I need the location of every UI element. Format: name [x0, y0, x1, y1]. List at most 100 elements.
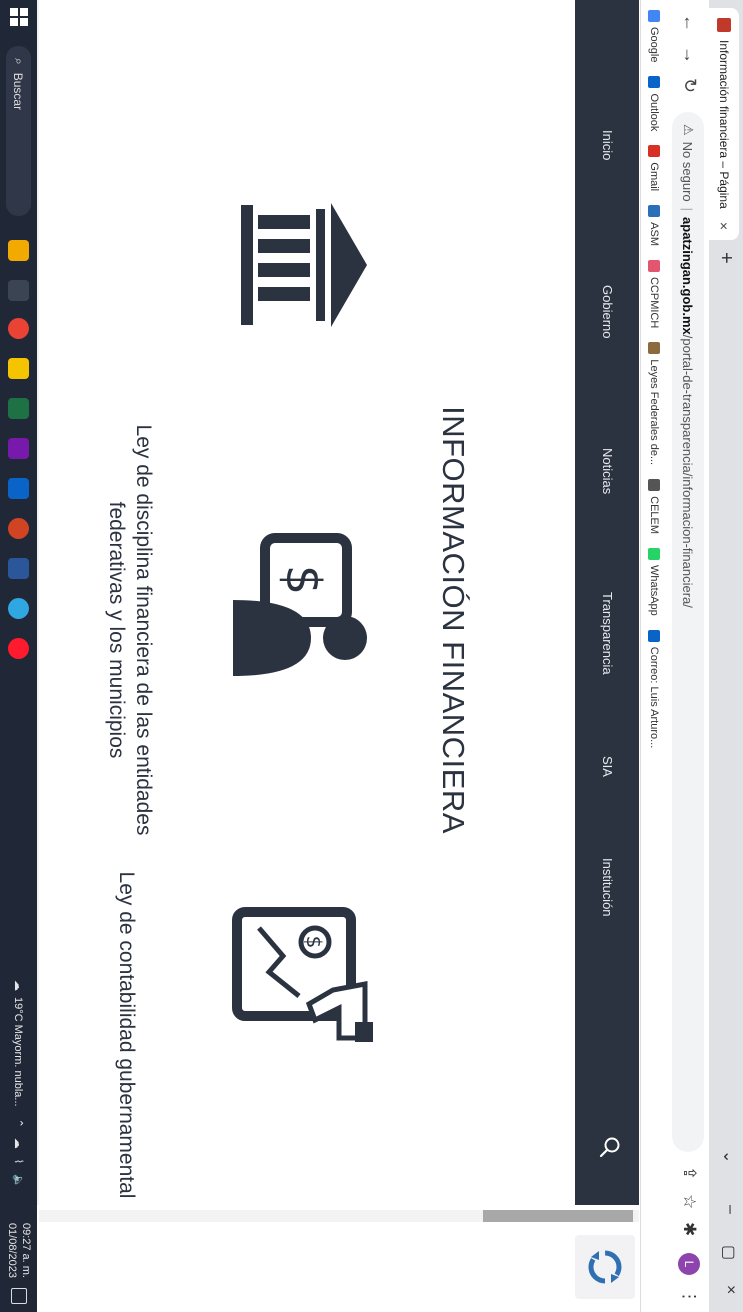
bookmark-favicon-icon: [648, 205, 660, 218]
tab-title: Información financiera – Página: [717, 40, 731, 209]
bookmark-favicon-icon: [648, 76, 660, 89]
minimize-button[interactable]: –: [721, 1205, 739, 1214]
bookmark-favicon-icon: [648, 342, 660, 355]
opera-icon[interactable]: [8, 638, 29, 659]
weather-text[interactable]: 19°C Mayorm. nubla...: [13, 997, 25, 1107]
outlook-icon[interactable]: [8, 478, 29, 499]
bookmark-label: Outlook: [648, 93, 660, 132]
taskbar-app-icon[interactable]: [8, 240, 29, 261]
law-disciplina-financiera-link[interactable]: Ley de disciplina financiera de las enti…: [102, 400, 157, 860]
back-button[interactable]: ←: [679, 14, 700, 32]
bookmark-favicon-icon: [648, 145, 660, 158]
task-view-icon[interactable]: [8, 280, 29, 301]
clock-time: 09:27 a. m.: [20, 1222, 32, 1278]
windows-start-icon[interactable]: [10, 8, 28, 26]
chrome-icon[interactable]: [8, 318, 29, 339]
page-title: INFORMACIÓN FINANCIERA: [436, 406, 471, 834]
tab-favicon-icon: [717, 18, 731, 32]
profile-avatar[interactable]: L: [678, 1253, 700, 1275]
weather-icon: ☁: [12, 980, 24, 991]
svg-text:$: $: [302, 936, 326, 949]
screenshot-root: Información financiera – Página × + ⌄ – …: [0, 0, 743, 1312]
security-label: No seguro: [680, 141, 696, 202]
excel-icon[interactable]: [8, 398, 29, 419]
bank-icon[interactable]: [233, 195, 373, 335]
bookmark-item[interactable]: CELEM: [648, 479, 660, 534]
bookmark-label: WhatsApp: [648, 565, 660, 616]
onedrive-icon[interactable]: ☁: [12, 1138, 25, 1149]
windows-taskbar: ⌕ Buscar ☁ 19°C Mayorm. nubla... ⌃ ☁ ⌇ 🔈…: [0, 0, 37, 1312]
browser-tab-strip: Información financiera – Página × + ⌄ – …: [709, 0, 743, 1312]
share-icon[interactable]: ⇪: [679, 1166, 699, 1180]
bookmark-label: Leyes Federales de...: [648, 359, 660, 466]
extensions-icon[interactable]: ✱: [679, 1222, 699, 1236]
bookmark-label: CCPMICH: [648, 276, 660, 329]
taskbar-search-placeholder: Buscar: [11, 72, 26, 111]
browser-toolbar: ← → ↻ ⚠ No seguro | apatzingan.gob.mx /p…: [667, 0, 709, 1312]
bookmark-item[interactable]: WhatsApp: [648, 548, 660, 616]
word-icon[interactable]: [8, 558, 29, 579]
bookmark-item[interactable]: Outlook: [648, 76, 660, 131]
system-tray: ☁ 19°C Mayorm. nubla... ⌃ ☁ ⌇ 🔈: [0, 980, 37, 1188]
law-contabilidad-gubernamental-link[interactable]: Ley de contabilidad gubernamental: [113, 870, 140, 1200]
nav-item-inicio[interactable]: Inicio: [600, 130, 615, 160]
clock-date: 01/08/2023: [6, 1222, 18, 1278]
restore-button[interactable]: ▢: [719, 1245, 739, 1260]
menu-kebab-icon[interactable]: ⋮: [679, 1288, 699, 1305]
bookmark-item[interactable]: Google: [648, 10, 660, 62]
url-host: apatzingan.gob.mx: [680, 217, 696, 335]
forward-button[interactable]: →: [679, 46, 700, 64]
bookmark-label: CELEM: [648, 496, 660, 535]
page-vertical-scrollbar[interactable]: [39, 1210, 639, 1222]
onenote-icon[interactable]: [8, 438, 29, 459]
url-path: /portal-de-transparencia/informacion-fin…: [680, 334, 696, 608]
taskbar-search-box[interactable]: ⌕ Buscar: [6, 46, 31, 216]
address-bar[interactable]: ⚠ No seguro | apatzingan.gob.mx /portal-…: [672, 112, 704, 1152]
page-content: INFORMACIÓN FINANCIERA $ $ Ley de discip…: [35, 0, 575, 1205]
svg-text:$: $: [275, 565, 331, 596]
nav-item-institucion[interactable]: Institución: [600, 858, 615, 917]
bookmark-item[interactable]: Correo: Luis Arturo...: [648, 629, 660, 749]
close-window-button[interactable]: ×: [721, 1285, 739, 1294]
nav-item-noticias[interactable]: Noticias: [600, 448, 615, 494]
bookmark-favicon-icon: [648, 259, 660, 272]
new-tab-button[interactable]: +: [714, 252, 737, 264]
bookmark-label: Gmail: [648, 162, 660, 192]
reload-button[interactable]: ↻: [679, 78, 700, 93]
bookmark-item[interactable]: CCPMICH: [648, 259, 660, 329]
network-icon[interactable]: ⌇: [12, 1159, 25, 1164]
nav-item-gobierno[interactable]: Gobierno: [600, 285, 615, 338]
browser-tab[interactable]: Información financiera – Página ×: [709, 8, 739, 240]
bookmark-favicon-icon: [648, 548, 660, 561]
scrollbar-thumb[interactable]: [483, 1210, 633, 1222]
bookmark-label: Google: [648, 27, 660, 63]
financial-advisor-icon[interactable]: $: [230, 530, 375, 680]
bookmark-item[interactable]: Leyes Federales de...: [648, 342, 660, 465]
bookmark-star-icon[interactable]: ☆: [679, 1194, 699, 1209]
site-logo-badge: [575, 1235, 635, 1299]
address-separator: |: [680, 207, 696, 212]
volume-icon[interactable]: 🔈: [12, 1174, 25, 1188]
nav-item-sia[interactable]: SIA: [600, 756, 615, 777]
bookmark-favicon-icon: [648, 629, 660, 642]
powerpoint-icon[interactable]: [8, 518, 29, 539]
edge-icon[interactable]: [8, 598, 29, 619]
site-navbar: Inicio Gobierno Noticias Transparencia S…: [575, 0, 639, 1205]
bookmark-label: Correo: Luis Arturo...: [648, 646, 660, 749]
tray-chevron-icon[interactable]: ⌃: [12, 1119, 25, 1128]
taskbar-clock[interactable]: 09:27 a. m. 01/08/2023: [5, 1218, 33, 1278]
bookmark-label: ASM: [648, 222, 660, 246]
bookmark-item[interactable]: ASM: [648, 205, 660, 246]
bookmarks-bar: Google Outlook Gmail ASM CCPMICH Leyes Federa…: [640, 0, 667, 1312]
financial-report-icon[interactable]: $: [229, 900, 379, 1050]
file-explorer-icon[interactable]: [8, 358, 29, 379]
bookmark-item[interactable]: Gmail: [648, 145, 660, 191]
tab-close-icon[interactable]: ×: [716, 222, 732, 230]
tab-search-dropdown-icon[interactable]: ⌄: [719, 1150, 739, 1163]
warning-icon: ⚠: [681, 124, 696, 136]
site-search-icon[interactable]: [599, 1136, 621, 1158]
nav-item-transparencia[interactable]: Transparencia: [600, 592, 615, 675]
refresh-logo-icon: [588, 1250, 622, 1284]
notification-center-icon[interactable]: [11, 1288, 27, 1304]
bookmark-favicon-icon: [648, 479, 660, 492]
